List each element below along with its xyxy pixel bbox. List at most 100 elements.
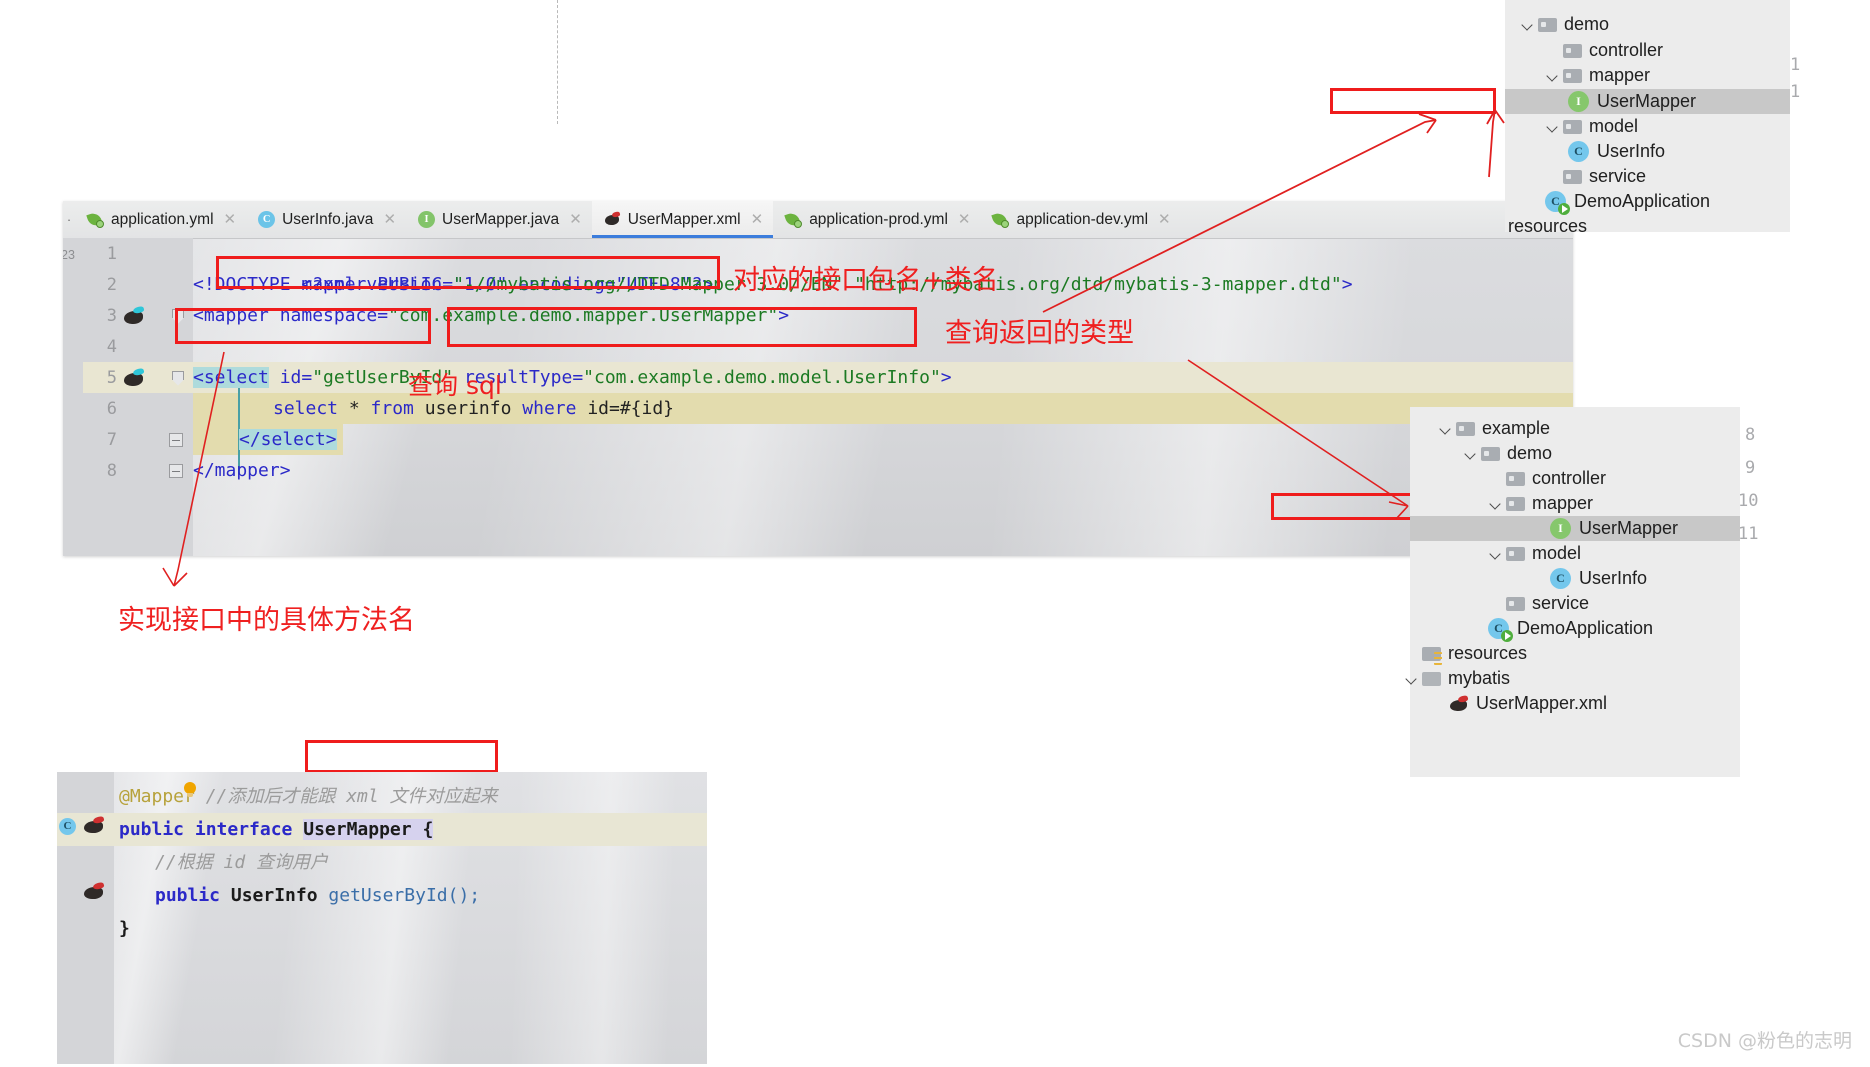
- tab-application-dev-yml[interactable]: application-dev.yml ✕: [980, 201, 1180, 238]
- tree-row-demoapplication[interactable]: C DemoApplication: [1488, 616, 1653, 641]
- close-icon[interactable]: ✕: [224, 212, 237, 227]
- tree-row-label: demo: [1507, 443, 1553, 463]
- gutter-line-6: 6: [83, 393, 193, 424]
- java-snippet-code: @Mapper //添加后才能跟 xml 文件对应起来 public inter…: [119, 772, 707, 1064]
- gutter-line-7: 7: [83, 424, 193, 455]
- tree-row-usermapper-selected[interactable]: I UserMapper: [1410, 516, 1740, 541]
- class-icon: C: [1550, 568, 1571, 589]
- tab-usermapper-java[interactable]: I UserMapper.java ✕: [406, 201, 592, 238]
- project-tree-bottom-panel[interactable]: example demo controller mapper I UserMap…: [1410, 407, 1790, 777]
- mybatis-bird-gutter-icon[interactable]: [122, 368, 148, 388]
- tree-row-label: mapper: [1589, 65, 1651, 85]
- tree-row-label: service: [1532, 593, 1590, 613]
- tree-row-userinfo[interactable]: C UserInfo: [1568, 139, 1665, 164]
- chevron-down-icon[interactable]: [1488, 496, 1504, 512]
- fold-end-marker-icon[interactable]: [169, 433, 183, 447]
- java-gutter-class-icon[interactable]: C: [59, 818, 79, 838]
- tab-strip-overflow-dot[interactable]: ·: [63, 201, 75, 238]
- close-icon[interactable]: ✕: [569, 212, 582, 227]
- fold-end-marker-icon[interactable]: [169, 464, 183, 478]
- tree-row-label: resources: [1448, 643, 1528, 663]
- select-open-tag-close: >: [940, 367, 952, 388]
- tab-application-yml[interactable]: application.yml ✕: [75, 201, 246, 238]
- annotation-namespace-note: 对应的接口包名+类名: [733, 265, 999, 296]
- tree-row-label: UserMapper.xml: [1476, 693, 1608, 713]
- chevron-down-icon[interactable]: [1545, 68, 1561, 84]
- tab-userinfo-java[interactable]: C UserInfo.java ✕: [246, 201, 406, 238]
- editor-outer-gutter: 23: [63, 238, 83, 556]
- folder-icon: [1563, 68, 1582, 83]
- mybatis-bird-gutter-icon[interactable]: [122, 306, 148, 326]
- folder-icon: [1481, 446, 1500, 461]
- interface-icon: I: [1568, 91, 1589, 112]
- interface-icon: I: [418, 211, 436, 228]
- editor-line-number-gutter[interactable]: 1 2 3 4 5 6 7 8: [83, 238, 214, 556]
- mapper-annotation-comment: //添加后才能跟 xml 文件对应起来: [194, 786, 498, 807]
- screenshot-root: · application.yml ✕ C UserInfo.java ✕ I …: [0, 0, 1870, 1067]
- chevron-down-icon[interactable]: [1404, 671, 1420, 687]
- line-number: 2: [106, 274, 117, 295]
- tree-row-service[interactable]: service: [1545, 164, 1646, 189]
- line-number: 7: [106, 429, 117, 450]
- xml-mybatis-icon: [1448, 695, 1470, 713]
- close-icon[interactable]: ✕: [1158, 212, 1171, 227]
- chevron-down-icon[interactable]: [1520, 17, 1536, 33]
- tree-row-label: UserInfo: [1597, 141, 1666, 161]
- fold-marker-icon[interactable]: [171, 371, 185, 385]
- java-interface-snippet-panel: @Mapper //添加后才能跟 xml 文件对应起来 public inter…: [57, 772, 707, 1064]
- code-line-8: </mapper>: [193, 455, 291, 486]
- tree-row-demo[interactable]: demo: [1520, 12, 1609, 37]
- result-type-attr-value: "com.example.demo.model.UserInfo": [583, 367, 941, 388]
- tree-row-controller[interactable]: controller: [1488, 466, 1606, 491]
- tree-row-model[interactable]: model: [1545, 114, 1638, 139]
- project-tree-top-panel[interactable]: demo controller mapper I UserMapper mode…: [1255, 0, 1790, 236]
- doctype-close: >: [1341, 274, 1353, 295]
- tree-row-controller[interactable]: controller: [1545, 38, 1663, 63]
- java-gutter-mybatis-bird-icon[interactable]: [82, 815, 108, 836]
- tree-row-mapper[interactable]: mapper: [1488, 491, 1593, 516]
- line-number: 8: [106, 460, 117, 481]
- tree-row-label: mapper: [1532, 493, 1594, 513]
- tree-row-label: UserMapper: [1597, 91, 1697, 111]
- chevron-down-icon[interactable]: [1488, 546, 1504, 562]
- tree-bottom-userinfo-highlight-box: [1271, 493, 1429, 520]
- tree-row-usermapper-selected[interactable]: I UserMapper: [1505, 89, 1790, 114]
- tree-row-model[interactable]: model: [1488, 541, 1581, 566]
- close-icon[interactable]: ✕: [383, 212, 396, 227]
- line-number: 5: [106, 367, 117, 388]
- tree-row-service[interactable]: service: [1488, 591, 1589, 616]
- java-line-annotation: @Mapper //添加后才能跟 xml 文件对应起来: [119, 780, 498, 813]
- gutter-marker: 23: [63, 248, 75, 262]
- chevron-down-icon[interactable]: [1438, 421, 1454, 437]
- sql-param: id=#{id}: [587, 398, 675, 419]
- tree-row-label: DemoApplication: [1517, 618, 1654, 638]
- xml-mybatis-icon: [604, 211, 621, 228]
- namespace-highlight-box: [216, 256, 720, 289]
- chevron-down-icon[interactable]: [1463, 446, 1479, 462]
- interface-icon: I: [1550, 518, 1571, 539]
- java-line-method: public UserInfo getUserById();: [119, 879, 480, 912]
- tree-row-userinfo[interactable]: C UserInfo: [1550, 566, 1647, 591]
- tab-label: application.yml: [111, 210, 214, 228]
- chevron-down-icon[interactable]: [1545, 119, 1561, 135]
- line-number: 4: [106, 336, 117, 357]
- tree-row-resources-partial[interactable]: resources: [1508, 214, 1587, 239]
- tree-row-resources[interactable]: resources: [1404, 641, 1527, 666]
- close-icon[interactable]: ✕: [751, 212, 764, 227]
- folder-icon: [1506, 496, 1525, 511]
- java-gutter-mybatis-bird-icon-2[interactable]: [82, 881, 108, 902]
- folder-icon: [1563, 119, 1582, 134]
- peek-line-number: 1: [1790, 82, 1801, 102]
- tree-row-demoapplication[interactable]: C DemoApplication: [1545, 189, 1710, 214]
- tree-row-mybatis[interactable]: mybatis: [1404, 666, 1510, 691]
- tree-row-demo[interactable]: demo: [1463, 441, 1552, 466]
- tree-row-mapper[interactable]: mapper: [1545, 63, 1650, 88]
- tree-row-example[interactable]: example: [1438, 416, 1550, 441]
- java-intention-bulb-icon[interactable]: [184, 782, 198, 798]
- return-type: UserInfo: [230, 885, 329, 906]
- tree-row-label: model: [1532, 543, 1582, 563]
- tab-application-prod-yml[interactable]: application-prod.yml ✕: [773, 201, 980, 238]
- tab-usermapper-xml[interactable]: UserMapper.xml ✕: [591, 201, 774, 238]
- tree-row-usermapper-xml[interactable]: UserMapper.xml: [1430, 691, 1607, 716]
- close-icon[interactable]: ✕: [958, 212, 971, 227]
